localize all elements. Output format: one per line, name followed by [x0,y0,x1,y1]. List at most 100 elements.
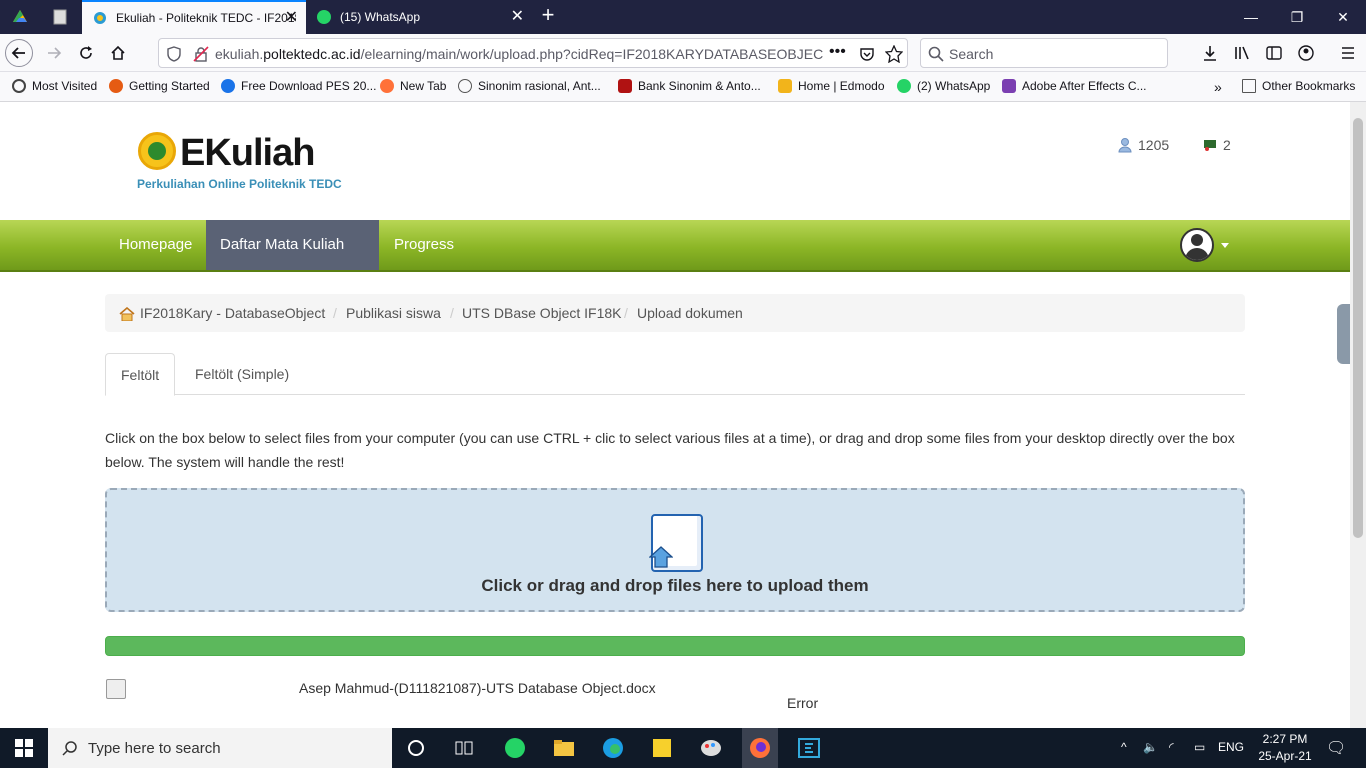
battery-icon[interactable]: ▭ [1194,740,1205,754]
menu-button[interactable] [1334,39,1362,67]
file-explorer-icon[interactable] [550,734,578,762]
breadcrumb-publikasi[interactable]: Publikasi siswa [346,305,441,321]
firefox-taskbar-icon[interactable] [742,728,778,768]
breadcrumb-separator: / [624,305,628,321]
online-teacher-icon [1204,140,1216,151]
nav-homepage[interactable]: Homepage [105,220,206,270]
bookmark-sinonim-rasional[interactable]: Sinonim rasional, Ant... [458,79,601,93]
close-tab-icon[interactable]: ✕ [511,9,524,25]
start-button[interactable] [0,728,48,768]
windows-logo-icon [15,739,33,757]
uploaded-file-name: Asep Mahmud-(D111821087)-UTS Database Ob… [299,680,656,696]
bookmark-getting-started[interactable]: Getting Started [109,79,210,93]
page-actions-icon[interactable]: ••• [829,43,846,61]
folder-icon [1242,79,1256,93]
user-avatar[interactable] [1180,228,1214,262]
library-icon [1235,46,1249,60]
bookmark-star-icon[interactable] [885,45,903,63]
more-bookmarks-chevron-icon[interactable]: » [1214,79,1222,95]
cortana-icon[interactable] [402,734,430,762]
tab-feltolt-simple[interactable]: Feltölt (Simple) [180,353,304,395]
bookmark-label: Sinonim rasional, Ant... [478,79,601,93]
breadcrumb-assignment[interactable]: UTS DBase Object IF18K [462,305,622,321]
bookmark-most-visited[interactable]: Most Visited [12,79,97,93]
account-icon [1298,45,1314,61]
other-bookmarks[interactable]: Other Bookmarks [1242,79,1355,93]
nav-progress[interactable]: Progress [380,220,468,270]
bookmark-whatsapp[interactable]: (2) WhatsApp [897,79,990,93]
taskbar-search-placeholder: Type here to search [88,740,221,757]
logo-name: EKuliah [180,132,315,174]
tray-chevron-up-icon[interactable]: ^ [1121,740,1127,754]
file-dropzone[interactable]: Click or drag and drop files here to upl… [105,488,1245,612]
account-button[interactable] [1292,39,1320,67]
bookmark-free-download-pes[interactable]: Free Download PES 20... [221,79,376,93]
globe-icon [458,79,472,93]
side-panel-handle[interactable] [1337,304,1350,364]
hamburger-menu-icon [1342,47,1354,59]
logo-subtitle: Perkuliahan Online Politeknik TEDC [137,177,342,191]
pinned-tab-google-drive[interactable] [0,0,40,34]
ekuliah-favicon-icon [94,12,106,24]
whatsapp-icon [317,10,331,24]
pocket-icon[interactable] [859,46,875,62]
forward-button[interactable] [40,39,68,67]
windows-taskbar: Type here to search ^ 🔈 ◜ ▭ ENG 2:27 PM … [0,728,1366,768]
bookmark-new-tab[interactable]: New Tab [380,79,446,93]
breadcrumb-course[interactable]: IF2018Kary - DatabaseObject [140,305,325,321]
clock-time: 2:27 PM [1262,732,1308,746]
whatsapp-app-icon[interactable] [501,734,529,762]
browser-tab-strip: Ekuliah - Politeknik TEDC - IF2018Kary ✕… [0,0,1366,34]
restore-button[interactable]: ❐ [1274,0,1320,34]
sticky-notes-icon[interactable] [648,734,676,762]
volume-icon[interactable]: 🔈 [1143,740,1158,754]
main-navigation: Homepage Daftar Mata Kuliah Ku Progress [0,220,1350,303]
pinned-tab-page[interactable] [40,0,80,34]
downloads-button[interactable] [1196,39,1224,67]
tab-ekuliah[interactable]: Ekuliah - Politeknik TEDC - IF2018Kary ✕ [82,0,306,34]
new-tab-button[interactable]: + [536,4,560,28]
upload-instructions: Click on the box below to select files f… [105,430,1235,470]
firefox-icon [380,79,394,93]
google-drive-icon [13,10,27,22]
nav-daftar-mata-kuliah[interactable]: Daftar Mata Kuliah Ku [206,220,379,303]
home-icon[interactable] [119,307,135,321]
minimize-button[interactable]: — [1228,0,1274,34]
page-scrollbar[interactable] [1350,102,1366,728]
user-icon [1118,138,1132,153]
language-indicator[interactable]: ENG [1218,740,1244,754]
bookmark-adobe-after-effects[interactable]: Adobe After Effects C... [1002,79,1147,93]
sidebar-button[interactable] [1260,39,1288,67]
tab-whatsapp[interactable]: (15) WhatsApp ✕ [306,0,532,34]
taskbar-clock[interactable]: 2:27 PM 25-Apr-21 [1254,731,1316,765]
task-view-icon[interactable] [450,734,478,762]
reload-button[interactable] [72,39,100,67]
notifications-icon[interactable]: 🗨 [1326,738,1346,758]
chevron-down-icon[interactable] [1221,243,1229,248]
url-host: ekuliah. [215,46,264,62]
bookmarks-toolbar: Most Visited Getting Started Free Downlo… [0,72,1366,102]
online-users-count: 2 [1223,137,1231,153]
scrollbar-thumb[interactable] [1353,118,1363,538]
back-button[interactable] [5,39,33,67]
close-tab-icon[interactable]: ✕ [285,10,298,26]
gear-icon [12,79,26,93]
home-button[interactable] [104,39,132,67]
site-logo[interactable]: EKuliah Perkuliahan Online Politeknik TE… [110,126,356,194]
app-icon[interactable] [795,734,823,762]
network-icon[interactable]: ◜ [1169,740,1174,754]
taskbar-search[interactable]: Type here to search [48,728,392,768]
search-bar[interactable]: Search [920,38,1168,68]
bookmark-bank-sinonim[interactable]: Bank Sinonim & Anto... [618,79,761,93]
tab-title: (15) WhatsApp [340,10,421,24]
url-path: /elearning/main/work/upload.php?cidReq=I… [360,46,823,62]
edge-icon[interactable] [599,734,627,762]
close-window-button[interactable]: ✕ [1320,0,1366,34]
reload-icon [80,46,92,59]
upload-document-icon [649,514,703,572]
tab-feltolt[interactable]: Feltölt [105,353,176,396]
paint-icon[interactable] [697,734,725,762]
url-bar[interactable]: ekuliah.poltektedc.ac.id/elearning/main/… [158,38,908,68]
library-button[interactable] [1228,39,1256,67]
bookmark-edmodo[interactable]: Home | Edmodo [778,79,885,93]
